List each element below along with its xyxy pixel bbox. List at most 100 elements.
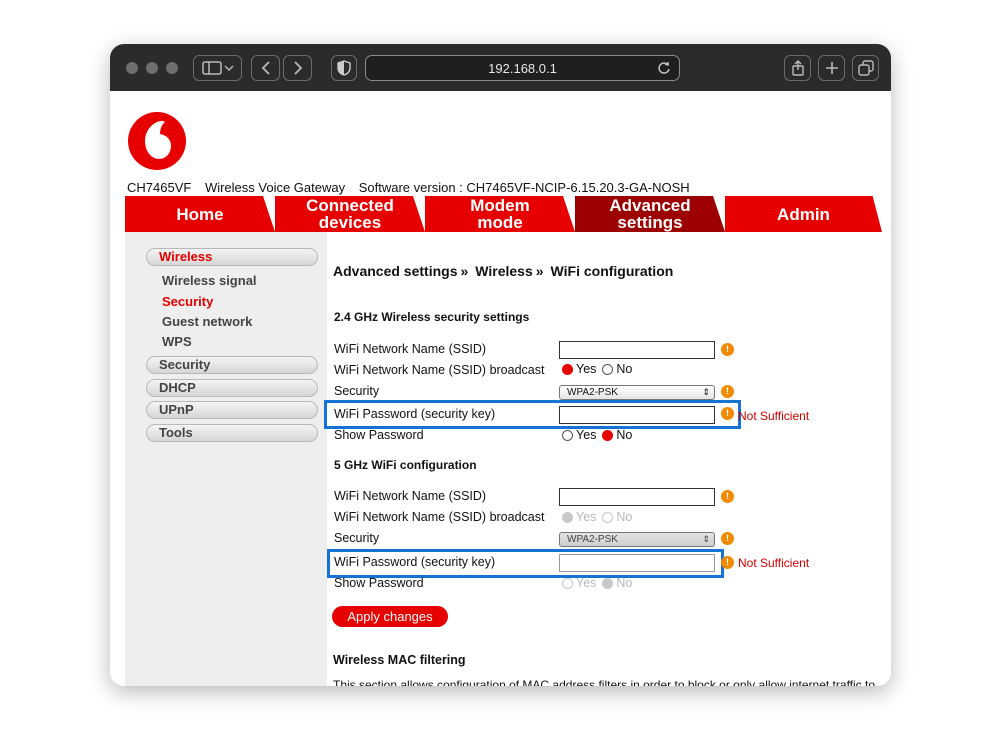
select-arrows-icon: ⇕ xyxy=(702,534,710,544)
zoom-window-button[interactable] xyxy=(166,62,178,74)
radio-yes-label: Yes xyxy=(576,576,597,590)
vodafone-logo xyxy=(128,112,186,170)
sidebar-subitem-security[interactable]: Security xyxy=(162,294,213,309)
chevron-down-icon xyxy=(224,65,233,71)
show-password-radio-5ghz: Yes No xyxy=(562,576,638,590)
sidebar-subitem-wireless-signal[interactable]: Wireless signal xyxy=(162,273,257,288)
forward-button[interactable] xyxy=(283,55,312,81)
share-button[interactable] xyxy=(784,55,811,81)
ssid-label-5ghz: WiFi Network Name (SSID) xyxy=(334,489,487,503)
warning-icon[interactable]: ! xyxy=(721,490,734,503)
breadcrumb-current-page: WiFi configuration xyxy=(550,263,674,279)
ssid-broadcast-label-24ghz: WiFi Network Name (SSID) broadcast xyxy=(334,363,545,377)
breadcrumb: Advanced settings» Wireless» WiFi configur… xyxy=(333,263,673,279)
product-name: Wireless Voice Gateway xyxy=(204,180,346,195)
password-label-24ghz: WiFi Password (security key) xyxy=(334,407,496,421)
breadcrumb-advanced-settings[interactable]: Advanced settings xyxy=(333,263,457,279)
show-password-radio-24ghz: Yes No xyxy=(562,428,638,442)
select-arrows-icon: ⇕ xyxy=(702,387,710,397)
tab-home[interactable]: Home xyxy=(125,196,275,232)
radio-yes-label: Yes xyxy=(576,362,597,376)
apply-changes-button[interactable]: Apply changes xyxy=(332,606,448,627)
security-select-value: WPA2-PSK xyxy=(567,387,618,398)
warning-icon[interactable]: ! xyxy=(721,556,734,569)
tab-advanced-settings[interactable]: Advanced settings xyxy=(575,196,725,232)
radio-no-label: No xyxy=(616,362,633,376)
router-admin-page: CH7465VF Wireless Voice Gateway Software… xyxy=(110,91,891,686)
radio-no-label: No xyxy=(616,510,633,524)
sidebar-item-tools[interactable]: Tools xyxy=(146,424,318,442)
show-password-label-5ghz: Show Password xyxy=(334,576,424,590)
show-password-label-24ghz: Show Password xyxy=(334,428,424,442)
warning-icon[interactable]: ! xyxy=(721,343,734,356)
ssid-input-24ghz[interactable] xyxy=(559,341,715,359)
section-title-5ghz: 5 GHz WiFi configuration xyxy=(334,458,477,472)
model-name: CH7465VF xyxy=(127,180,192,195)
url-text: 192.168.0.1 xyxy=(488,60,557,76)
radio-no-disabled xyxy=(602,511,614,523)
sidebar-icon xyxy=(201,61,222,75)
warning-icon[interactable]: ! xyxy=(721,532,734,545)
sidebar-subitem-guest-network[interactable]: Guest network xyxy=(162,314,252,329)
sidebar-toggle-button[interactable] xyxy=(193,55,242,81)
reload-icon[interactable] xyxy=(657,61,671,75)
software-version: Software version : CH7465VF-NCIP-6.15.20… xyxy=(358,180,690,195)
radio-yes[interactable] xyxy=(562,429,573,441)
password-input-24ghz[interactable] xyxy=(559,406,715,424)
privacy-shield-button[interactable] xyxy=(331,55,357,81)
tabs-overview-icon xyxy=(857,60,874,76)
minimize-window-button[interactable] xyxy=(146,62,158,74)
radio-no-selected[interactable] xyxy=(602,429,614,441)
radio-yes-label: Yes xyxy=(576,428,597,442)
security-label-5ghz: Security xyxy=(334,531,380,545)
ssid-input-5ghz[interactable] xyxy=(559,488,715,506)
radio-no[interactable] xyxy=(602,363,614,375)
breadcrumb-wireless[interactable]: Wireless xyxy=(475,263,532,279)
tab-overview-button[interactable] xyxy=(852,55,879,81)
plus-icon xyxy=(825,62,838,74)
chevron-left-icon xyxy=(261,61,270,75)
mac-filtering-description: This section allows configuration of MAC… xyxy=(333,678,876,686)
warning-icon[interactable]: ! xyxy=(721,407,734,420)
radio-yes-label: Yes xyxy=(576,510,597,524)
sidebar xyxy=(125,232,327,686)
password-input-5ghz[interactable] xyxy=(559,554,715,572)
radio-yes-disabled xyxy=(562,577,573,589)
tab-modem-mode[interactable]: Modem mode xyxy=(425,196,575,232)
sidebar-item-dhcp[interactable]: DHCP xyxy=(146,379,318,397)
sidebar-item-security[interactable]: Security xyxy=(146,356,318,374)
browser-window: 192.168.0.1 CH7465VF Wireless Voice Gate… xyxy=(110,44,891,686)
radio-yes-disabled xyxy=(562,511,573,523)
chevron-right-icon xyxy=(293,61,302,75)
address-bar[interactable]: 192.168.0.1 xyxy=(365,55,680,81)
ssid-broadcast-label-5ghz: WiFi Network Name (SSID) broadcast xyxy=(334,510,545,524)
tab-admin[interactable]: Admin xyxy=(725,196,882,232)
warning-icon[interactable]: ! xyxy=(721,385,734,398)
password-strength-status-5ghz: Not Sufficient xyxy=(738,556,810,570)
mac-filtering-title: Wireless MAC filtering xyxy=(333,653,466,667)
security-select-5ghz[interactable]: WPA2-PSK ⇕ xyxy=(559,532,715,547)
sidebar-item-wireless[interactable]: Wireless xyxy=(146,248,318,266)
radio-no-label: No xyxy=(616,576,633,590)
new-tab-button[interactable] xyxy=(818,55,845,81)
password-label-5ghz: WiFi Password (security key) xyxy=(334,555,496,569)
tab-connected-devices[interactable]: Connected devices xyxy=(275,196,425,232)
browser-toolbar: 192.168.0.1 xyxy=(110,44,891,91)
radio-no-disabled xyxy=(602,577,614,589)
security-label-24ghz: Security xyxy=(334,384,380,398)
device-info-line: CH7465VF Wireless Voice Gateway Software… xyxy=(127,180,700,195)
ssid-broadcast-radio-24ghz: Yes No xyxy=(562,362,638,376)
shield-icon xyxy=(337,60,351,76)
radio-no-label: No xyxy=(616,428,633,442)
main-tabs: Home Connected devices Modem mode Advanc… xyxy=(125,196,891,232)
radio-yes-selected[interactable] xyxy=(562,363,573,375)
share-icon xyxy=(791,60,804,76)
section-title-24ghz: 2.4 GHz Wireless security settings xyxy=(334,310,530,324)
security-select-value: WPA2-PSK xyxy=(567,534,618,545)
back-button[interactable] xyxy=(251,55,280,81)
security-select-24ghz[interactable]: WPA2-PSK ⇕ xyxy=(559,385,715,400)
ssid-broadcast-radio-5ghz: Yes No xyxy=(562,510,638,524)
close-window-button[interactable] xyxy=(126,62,138,74)
sidebar-item-upnp[interactable]: UPnP xyxy=(146,401,318,419)
sidebar-subitem-wps[interactable]: WPS xyxy=(162,334,192,349)
